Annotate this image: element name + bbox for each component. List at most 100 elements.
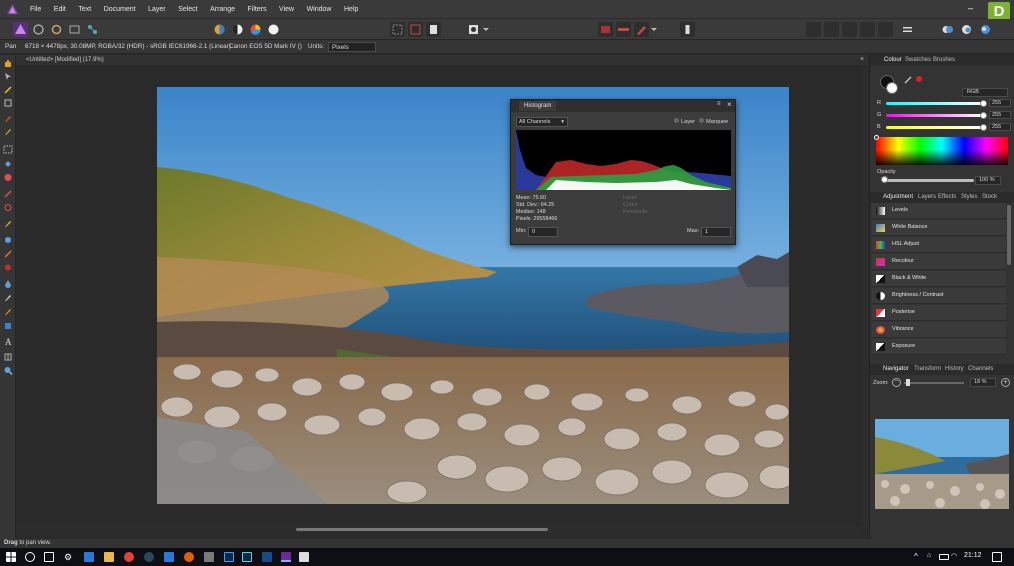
brush-mode-icon[interactable] bbox=[634, 22, 649, 37]
firefox-icon[interactable] bbox=[184, 552, 194, 562]
menu-edit[interactable]: Edit bbox=[54, 6, 66, 13]
blur-tool-icon[interactable] bbox=[3, 235, 13, 244]
crop-tool-icon[interactable] bbox=[3, 98, 13, 107]
wifi-icon[interactable]: ◠ bbox=[951, 552, 961, 562]
studio-right-icon[interactable] bbox=[978, 22, 993, 37]
blue-knob[interactable] bbox=[980, 124, 987, 131]
horizontal-scrollbar[interactable] bbox=[16, 526, 862, 533]
water-drop-tool-icon[interactable] bbox=[3, 279, 13, 288]
file-explorer-icon[interactable] bbox=[104, 552, 114, 562]
quick-mask-icon[interactable] bbox=[466, 22, 481, 37]
adjustment-recolour[interactable]: Recolour bbox=[872, 254, 1006, 270]
green-knob[interactable] bbox=[980, 112, 987, 119]
flood-fill-tool-icon[interactable] bbox=[3, 159, 13, 168]
tab-effects[interactable]: Effects bbox=[938, 194, 956, 200]
auto-white-balance-icon[interactable] bbox=[266, 22, 281, 37]
spectrum-picker[interactable] bbox=[874, 135, 879, 140]
auto-levels-icon[interactable] bbox=[212, 22, 227, 37]
channel-dropdown[interactable]: All Channels ▾ bbox=[516, 117, 568, 127]
layer-checkbox[interactable]: Layer bbox=[674, 118, 695, 125]
red-track[interactable] bbox=[886, 102, 984, 105]
max-field[interactable]: 1 bbox=[701, 227, 731, 237]
menu-file[interactable]: File bbox=[30, 6, 41, 13]
studio-left-icon[interactable] bbox=[940, 22, 955, 37]
histogram-header[interactable]: Histogram ≡ × bbox=[511, 100, 735, 112]
recent-colour-swatch[interactable] bbox=[916, 76, 922, 82]
menu-filters[interactable]: Filters bbox=[247, 6, 266, 13]
minimize-button[interactable]: – bbox=[968, 3, 973, 13]
zoom-out-icon[interactable]: − bbox=[892, 378, 901, 387]
red-eye-tool-icon[interactable] bbox=[3, 263, 13, 272]
inpainting-tool-icon[interactable] bbox=[3, 219, 13, 228]
tab-history[interactable]: History bbox=[945, 366, 964, 372]
tab-adjustment[interactable]: Adjustment bbox=[883, 194, 913, 200]
document-tab-title[interactable]: <Untitled> [Modified] (17.9%) bbox=[26, 57, 104, 63]
opacity-knob[interactable] bbox=[881, 176, 888, 183]
pen-tool-icon[interactable] bbox=[3, 293, 13, 302]
selection-mode-icon[interactable] bbox=[390, 22, 405, 37]
tab-layers[interactable]: Layers bbox=[918, 194, 936, 200]
marquee-tool-icon[interactable] bbox=[3, 145, 13, 154]
select-subtract-icon[interactable] bbox=[408, 22, 423, 37]
snapping-icon[interactable] bbox=[680, 22, 695, 37]
tab-navigator[interactable]: Navigator bbox=[883, 366, 909, 372]
auto-contrast-icon[interactable] bbox=[230, 22, 245, 37]
brush-mode-dropdown-icon[interactable] bbox=[650, 22, 658, 37]
zoom-in-icon[interactable]: + bbox=[1001, 378, 1010, 387]
vertical-scrollbar[interactable] bbox=[862, 67, 868, 525]
selection-brush-tool-icon[interactable] bbox=[3, 127, 13, 136]
chrome-icon[interactable] bbox=[124, 552, 134, 562]
menu-layer[interactable]: Layer bbox=[148, 6, 166, 13]
select-intersect-icon[interactable] bbox=[426, 22, 441, 37]
erase-tool-icon[interactable] bbox=[3, 173, 13, 182]
zoom-slider-knob[interactable] bbox=[906, 379, 910, 386]
close-document-icon[interactable]: × bbox=[860, 56, 864, 63]
windows-start-icon[interactable] bbox=[6, 552, 16, 562]
app-icon-2[interactable] bbox=[299, 552, 309, 562]
panel-menu-icon[interactable]: ≡ bbox=[717, 101, 721, 107]
notification-icon[interactable] bbox=[992, 552, 1002, 562]
adjustment-posterise[interactable]: Posterise bbox=[872, 305, 1006, 321]
settings-icon[interactable]: ⚙ bbox=[64, 552, 74, 562]
zoom-slider[interactable] bbox=[904, 382, 964, 384]
green-value[interactable]: 255 bbox=[989, 111, 1011, 119]
menu-document[interactable]: Document bbox=[104, 6, 136, 13]
steam-icon[interactable] bbox=[144, 552, 154, 562]
develop-persona-icon[interactable] bbox=[49, 22, 64, 37]
mail-icon[interactable] bbox=[84, 552, 94, 562]
auto-colours-icon[interactable] bbox=[248, 22, 263, 37]
colour-model-dropdown[interactable]: RGB bbox=[962, 88, 1008, 97]
tab-channels[interactable]: Channels bbox=[968, 366, 993, 372]
arrange-front-icon[interactable] bbox=[860, 22, 875, 37]
red-value[interactable]: 255 bbox=[989, 99, 1011, 107]
studio-middle-icon[interactable] bbox=[959, 22, 974, 37]
network-icon[interactable]: ⌂ bbox=[927, 552, 937, 562]
blue-slider[interactable]: B 255 bbox=[877, 123, 1011, 131]
view-tool-icon[interactable] bbox=[3, 59, 13, 68]
mesh-warp-tool-icon[interactable] bbox=[3, 352, 13, 361]
blue-value[interactable]: 255 bbox=[989, 123, 1011, 131]
task-view-icon[interactable] bbox=[44, 552, 54, 562]
opacity-value[interactable]: 100 % bbox=[975, 176, 1001, 185]
green-track[interactable] bbox=[886, 114, 984, 117]
clone-tool-icon[interactable] bbox=[3, 203, 13, 212]
adjustment-scrollbar[interactable] bbox=[1007, 205, 1011, 265]
export-persona-icon[interactable] bbox=[85, 22, 100, 37]
zoom-value[interactable]: 18 % bbox=[970, 378, 996, 387]
units-dropdown[interactable]: Pixels bbox=[328, 42, 376, 52]
paint-brush-tool-icon[interactable] bbox=[3, 114, 13, 123]
tab-styles[interactable]: Styles bbox=[961, 194, 977, 200]
arrange-forward-icon[interactable] bbox=[842, 22, 857, 37]
taskbar-clock[interactable]: 21:12 bbox=[964, 552, 982, 559]
adjustment-hsl[interactable]: HSL Adjust bbox=[872, 237, 1006, 253]
gradient-tool-icon[interactable] bbox=[3, 307, 13, 316]
refine-icon[interactable] bbox=[598, 22, 613, 37]
affinity-photo-taskbar-icon[interactable] bbox=[281, 552, 291, 562]
menu-window[interactable]: Window bbox=[307, 6, 332, 13]
smudge-tool-icon[interactable] bbox=[3, 249, 13, 258]
tone-mapping-persona-icon[interactable] bbox=[67, 22, 82, 37]
app-icon[interactable] bbox=[204, 552, 214, 562]
dodge-tool-icon[interactable] bbox=[3, 189, 13, 198]
affinity-designer-icon[interactable] bbox=[262, 552, 272, 562]
adjustment-brightness-contrast[interactable]: Brightness / Contrast bbox=[872, 288, 1006, 304]
